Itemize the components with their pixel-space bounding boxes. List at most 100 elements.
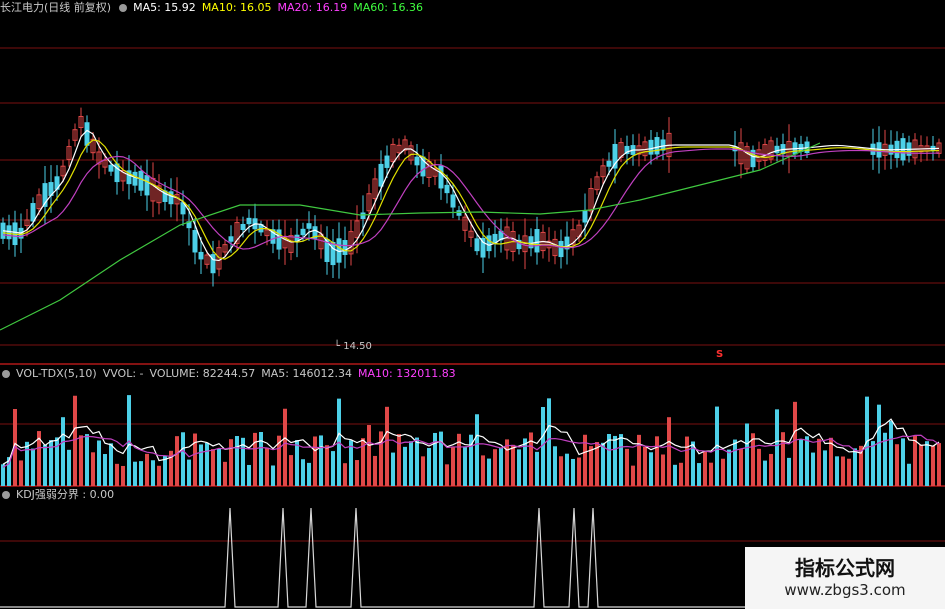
volume-bar-down [97,440,101,486]
volume-bar-down [391,452,395,486]
volume-bar-up [931,445,935,486]
volume-bar-down [835,456,839,486]
volume-panel-header: VOL-TDX(5,10) VVOL: - VOLUME: 82244.57 MA5:… [0,366,462,382]
volume-bar-up [367,425,371,486]
candle-down [300,228,306,236]
volume-bar-up [343,463,347,486]
volume-bar-down [415,437,419,486]
candle-down [486,235,492,252]
candle-down [246,217,252,225]
candle-down [474,238,480,252]
ma20-label: MA20: 16.19 [277,1,348,14]
volume-bar-down [775,409,779,486]
volume-bar-down [619,434,623,486]
volume-bar-down [67,449,71,486]
vol-indicator-name: VOL-TDX(5,10) [16,367,97,380]
volume-bar-down [823,450,827,486]
volume-bar-down [673,464,677,486]
candle-down [384,155,390,168]
kdj-panel-header: KDJ强弱分界 : 0.00 [0,487,120,503]
volume-bar-up [589,446,593,486]
volume-bar-down [613,435,617,486]
volume-label: VOLUME: 82244.57 [149,367,256,380]
volume-bar-up [757,448,761,486]
volume-bar-up [751,433,755,486]
volume-bar-down [295,440,299,486]
ma5-label: MA5: 15.92 [133,1,196,14]
volume-bar-up [721,458,725,486]
candle-down [198,251,204,260]
low-price-marker: └ 14.50 [334,341,372,352]
volume-bar-up [385,406,389,486]
volume-bar-down [403,446,407,486]
volume-bar-down [547,398,551,486]
vol-ma5-label: MA5: 146012.34 [261,367,352,380]
volume-bar-up [655,436,659,486]
volume-bar-down [331,451,335,486]
volume-bar-up [157,465,161,486]
volume-bar-down [43,444,47,486]
volume-bar-up [115,463,119,486]
volume-bar-down [475,414,479,486]
ma10-label: MA10: 16.05 [201,1,272,14]
volume-bar-down [151,460,155,486]
volume-bar-up [19,460,23,486]
volume-bar-down [535,451,539,486]
vvol-label: VVOL: - [102,367,144,380]
volume-bar-up [625,448,629,486]
volume-bar-up [421,456,425,486]
volume-bar-down [181,432,185,486]
volume-bar-up [73,395,77,486]
volume-bar-up [265,447,269,486]
volume-bar-down [877,404,881,486]
volume-bar-down [163,455,167,486]
settings-circle-icon[interactable] [119,4,128,12]
candle-down [138,170,144,191]
ma60-label: MA60: 16.36 [353,1,423,14]
volume-bar-down [799,439,803,486]
volume-bar-down [565,453,569,486]
volume-bar-up [211,449,215,486]
candle-down [132,171,138,186]
volume-bar-up [91,452,95,486]
volume-bar-down [907,463,911,486]
candle-down [774,145,780,154]
volume-bar-down [133,461,137,486]
volume-bar-down [889,420,893,486]
volume-bar-down [727,449,731,486]
candle-down [450,194,456,208]
volume-bar-up [289,455,293,486]
volume-bar-up [451,446,455,486]
volume-bar-down [307,462,311,486]
candle-down [414,156,420,166]
kdj-settings-circle-icon[interactable] [2,491,10,499]
candle-down [534,229,540,253]
volume-bar-down [811,452,815,486]
volume-bar-down [571,458,575,486]
volume-bar-up [121,465,125,486]
volume-bar-down [1,464,5,486]
volume-bar-up [841,456,845,486]
volume-bar-up [709,462,713,486]
volume-bar-up [685,436,689,486]
volume-bar-up [703,451,707,486]
volume-bar-up [769,453,773,486]
candle-down [654,137,660,155]
volume-bar-up [667,417,671,486]
volume-bar-down [85,434,89,486]
price-panel-header: 长江电力(日线 前复权) MA5: 15.92 MA10: 16.05 MA20: 1… [0,0,429,16]
volume-bar-up [643,446,647,486]
vol-settings-circle-icon[interactable] [2,370,10,378]
volume-bar-up [829,437,833,486]
volume-bar-down [25,441,29,486]
candle-down [378,163,384,187]
candle-down [240,223,246,231]
chart-canvas[interactable] [0,0,945,609]
volume-bar-down [139,461,143,486]
candle-down [456,210,462,216]
volume-bar-down [61,417,65,486]
volume-bar-down [487,458,491,486]
volume-bar-up [445,464,449,486]
volume-bar-up [781,432,785,486]
volume-bar-up [493,449,497,486]
